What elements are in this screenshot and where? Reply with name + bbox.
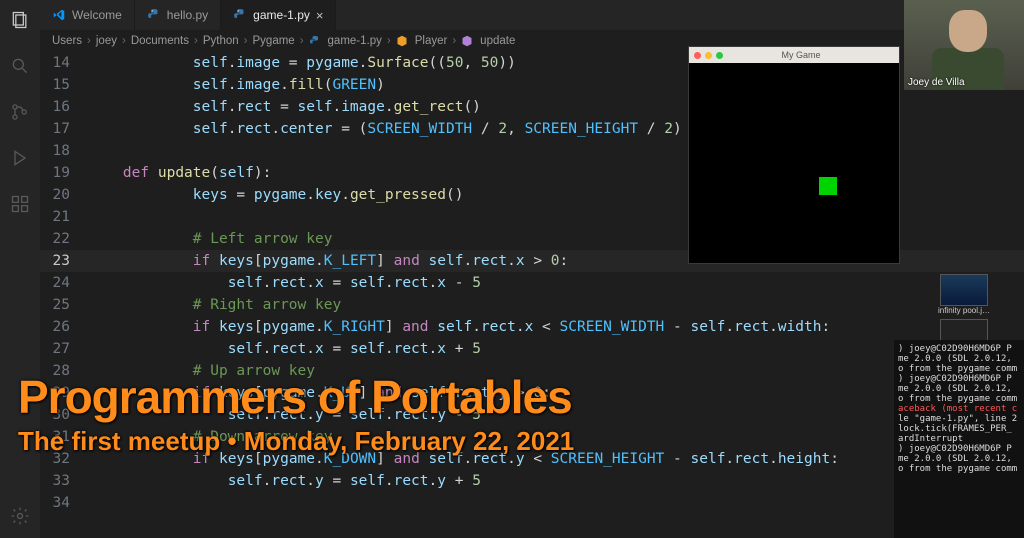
source-control-icon[interactable]: [8, 100, 32, 124]
class-icon: [396, 34, 410, 48]
webcam-feed: Joey de Villa: [904, 0, 1024, 90]
code-line[interactable]: 27 self.rect.x = self.rect.x + 5: [40, 338, 1024, 360]
code-line[interactable]: 33 self.rect.y = self.rect.y + 5: [40, 470, 1024, 492]
breadcrumb-segment[interactable]: update: [480, 35, 515, 47]
breadcrumb-segment[interactable]: Users: [52, 35, 82, 47]
tab-welcome[interactable]: Welcome: [40, 0, 135, 30]
close-icon[interactable]: ×: [316, 8, 324, 23]
window-traffic-lights[interactable]: [694, 52, 723, 59]
overlay-title: Programmers of Portables: [18, 370, 572, 424]
tab-hello-py[interactable]: hello.py: [135, 0, 221, 30]
zoom-dot-icon[interactable]: [716, 52, 723, 59]
game-window-title: My Game: [723, 50, 879, 60]
python-icon: [147, 8, 161, 22]
webcam-name-label: Joey de Villa: [908, 77, 965, 88]
python-icon: [309, 34, 323, 48]
vscode-icon: [52, 8, 66, 22]
settings-gear-icon[interactable]: [8, 504, 32, 528]
code-line[interactable]: 25 # Right arrow key: [40, 294, 1024, 316]
search-icon[interactable]: [8, 54, 32, 78]
breadcrumb-segment[interactable]: game-1.py: [328, 35, 382, 47]
debug-icon[interactable]: [8, 146, 32, 170]
method-icon: [461, 34, 475, 48]
explorer-icon[interactable]: [8, 8, 32, 32]
player-sprite: [819, 177, 837, 195]
breadcrumb-segment[interactable]: joey: [96, 35, 117, 47]
extensions-icon[interactable]: [8, 192, 32, 216]
game-titlebar[interactable]: My Game: [689, 47, 899, 63]
tab-game-1-py[interactable]: game-1.py×: [221, 0, 336, 30]
breadcrumb-segment[interactable]: Player: [415, 35, 448, 47]
python-icon: [233, 8, 247, 22]
desktop-file-thumb[interactable]: infinity pool.j…: [904, 274, 1024, 315]
code-line[interactable]: 34: [40, 492, 1024, 514]
code-line[interactable]: 24 self.rect.x = self.rect.x - 5: [40, 272, 1024, 294]
activity-bar: [0, 0, 40, 538]
breadcrumb-segment[interactable]: Pygame: [253, 35, 295, 47]
minimize-dot-icon[interactable]: [705, 52, 712, 59]
terminal-output[interactable]: ) joey@C02D90H6MD6P Pme 2.0.0 (SDL 2.0.1…: [894, 340, 1024, 538]
overlay-subtitle: The first meetup • Monday, February 22, …: [18, 426, 574, 457]
close-dot-icon[interactable]: [694, 52, 701, 59]
breadcrumb-segment[interactable]: Python: [203, 35, 239, 47]
tab-bar: Welcomehello.pygame-1.py× ▷ ⋯: [40, 0, 1024, 30]
game-preview-window[interactable]: My Game: [688, 46, 900, 264]
breadcrumb-segment[interactable]: Documents: [131, 35, 189, 47]
code-line[interactable]: 26 if keys[pygame.K_RIGHT] and self.rect…: [40, 316, 1024, 338]
